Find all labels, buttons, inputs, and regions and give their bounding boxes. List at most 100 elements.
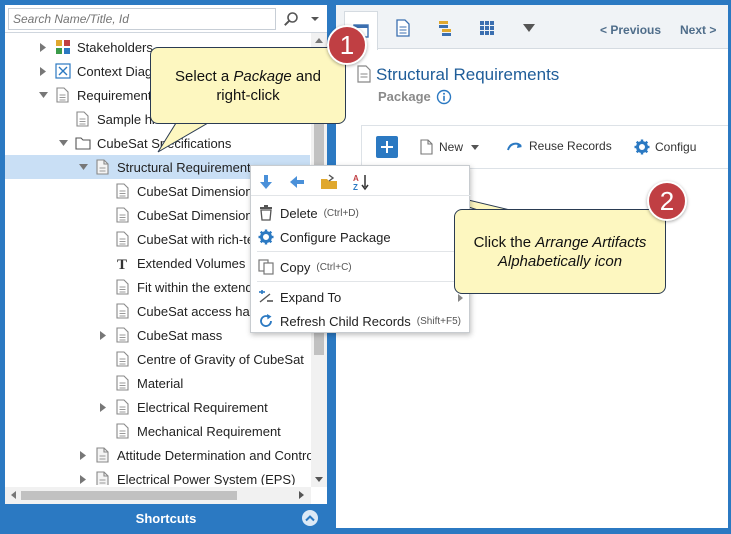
- tree-item-label: Electrical Requirement: [137, 399, 268, 415]
- callout-step-1: Select a Package and right-click: [150, 47, 346, 124]
- collapsed-toggle-icon[interactable]: [37, 65, 49, 77]
- expand-to-menu-item[interactable]: Expand To: [251, 286, 471, 308]
- tab-document[interactable]: [386, 11, 420, 45]
- document-icon: [115, 423, 131, 439]
- gear-icon: [634, 139, 650, 155]
- new-button[interactable]: New: [420, 139, 484, 155]
- collapsed-toggle-icon[interactable]: [37, 41, 49, 53]
- arrange-alphabetically-button[interactable]: AZ: [351, 172, 371, 192]
- info-icon[interactable]: [436, 89, 452, 105]
- search-button[interactable]: [279, 8, 303, 30]
- context-menu: AZ Delete (Ctrl+D) Configure Package Cop…: [250, 165, 471, 333]
- tree-item-label: Fit within the extended: [137, 279, 268, 295]
- tree-item[interactable]: Attitude Determination and Control: [5, 443, 327, 467]
- shortcuts-toggle-button[interactable]: [302, 510, 318, 526]
- refresh-child-records-label: Refresh Child Records: [280, 313, 411, 329]
- scroll-up-icon[interactable]: [315, 37, 323, 43]
- package-icon: [95, 471, 111, 485]
- plus-icon: [381, 141, 393, 153]
- shortcuts-bar[interactable]: Shortcuts: [5, 504, 327, 532]
- tree-item[interactable]: CubeSat Specifications: [5, 131, 327, 155]
- reuse-icon: [507, 142, 522, 151]
- refresh-shortcut: (Shift+F5): [416, 315, 461, 327]
- stakeholders-icon: [55, 39, 71, 55]
- tree-item-label: Structural Requirements: [117, 159, 258, 175]
- move-left-icon: [290, 176, 304, 188]
- package-icon: [95, 159, 111, 175]
- package-icon: [95, 447, 111, 463]
- chevron-down-icon: [311, 17, 319, 21]
- document-icon: [115, 279, 131, 295]
- previous-button[interactable]: < Previous: [600, 23, 661, 37]
- tree-item-label: CubeSat Dimension: [137, 183, 253, 199]
- scroll-left-icon[interactable]: [10, 491, 16, 499]
- expanded-toggle-icon[interactable]: [57, 137, 69, 149]
- move-down-button[interactable]: [256, 172, 276, 192]
- horizontal-scrollbar[interactable]: [5, 487, 311, 504]
- scroll-down-icon[interactable]: [315, 477, 323, 483]
- tree-item-label: Extended Volumes: [137, 255, 246, 271]
- tree-item-label: CubeSat with rich-text: [137, 231, 265, 247]
- delete-menu-item[interactable]: Delete (Ctrl+D): [251, 202, 471, 224]
- collapsed-toggle-icon[interactable]: [97, 329, 109, 341]
- sort-az-icon: AZ: [353, 174, 369, 191]
- menu-divider: [257, 251, 465, 252]
- shortcuts-label: Shortcuts: [135, 510, 197, 526]
- gear-icon: [258, 229, 274, 245]
- callout-1-text-b: and: [291, 67, 321, 85]
- collapsed-toggle-icon[interactable]: [97, 401, 109, 413]
- grid-icon: [480, 21, 494, 35]
- step-2-badge: 2: [647, 181, 687, 221]
- tree-item[interactable]: Electrical Requirement: [5, 395, 327, 419]
- tab-database[interactable]: [428, 11, 462, 45]
- expanded-toggle-icon[interactable]: [37, 89, 49, 101]
- chevron-up-icon: [305, 515, 315, 522]
- configure-label: Configu: [655, 140, 697, 154]
- tree-item[interactable]: Centre of Gravity of CubeSat: [5, 347, 327, 371]
- document-icon: [55, 87, 71, 103]
- add-button[interactable]: [376, 136, 398, 158]
- page-title: Structural Requirements: [376, 65, 560, 84]
- move-to-folder-button[interactable]: [319, 172, 339, 192]
- configure-button[interactable]: Configu: [634, 139, 696, 155]
- expand-to-icon: [259, 290, 273, 303]
- collapsed-toggle-icon[interactable]: [77, 449, 89, 461]
- context-menu-icon-bar: AZ: [251, 166, 471, 196]
- svg-text:A: A: [353, 174, 359, 183]
- tab-grid[interactable]: [470, 11, 504, 45]
- copy-menu-item[interactable]: Copy (Ctrl+C): [251, 256, 471, 278]
- search-options-dropdown[interactable]: [305, 8, 325, 30]
- tree-item-label: Attitude Determination and Control: [117, 447, 317, 463]
- collapsed-toggle-icon[interactable]: [77, 473, 89, 485]
- search-input[interactable]: [8, 8, 276, 30]
- tab-more[interactable]: [512, 11, 546, 45]
- tree-item[interactable]: Mechanical Requirement: [5, 419, 327, 443]
- tree-item-label: Centre of Gravity of CubeSat: [137, 351, 304, 367]
- scroll-right-icon[interactable]: [299, 491, 305, 499]
- move-to-folder-icon: [321, 174, 337, 189]
- reuse-records-button[interactable]: Reuse Records: [506, 139, 612, 153]
- horizontal-scroll-thumb[interactable]: [21, 491, 237, 500]
- move-left-button[interactable]: [287, 172, 307, 192]
- folder-icon: [75, 135, 91, 151]
- configure-package-menu-item[interactable]: Configure Package: [251, 226, 471, 248]
- callout-step-2: Click the Arrange Artifacts Alphabetical…: [454, 209, 666, 294]
- reuse-records-label: Reuse Records: [529, 139, 612, 153]
- expanded-toggle-icon[interactable]: [77, 161, 89, 173]
- delete-shortcut: (Ctrl+D): [323, 207, 359, 219]
- details-tab-bar: < Previous Next >: [336, 5, 728, 50]
- step-1-badge: 1: [327, 25, 367, 65]
- document-icon: [115, 375, 131, 391]
- tree-item[interactable]: Material: [5, 371, 327, 395]
- refresh-child-records-menu-item[interactable]: Refresh Child Records (Shift+F5): [251, 310, 471, 332]
- chevron-down-icon: [471, 144, 480, 150]
- trash-icon: [260, 205, 272, 221]
- callout-1-text-a: Select a: [175, 67, 234, 85]
- callout-1-text-c: right-click: [216, 86, 280, 104]
- next-button[interactable]: Next >: [680, 23, 716, 37]
- context-diagram-icon: [55, 63, 71, 79]
- refresh-icon: [260, 314, 272, 327]
- tree-item[interactable]: Electrical Power System (EPS): [5, 467, 327, 485]
- document-icon: [396, 19, 410, 37]
- expand-to-label: Expand To: [280, 289, 342, 305]
